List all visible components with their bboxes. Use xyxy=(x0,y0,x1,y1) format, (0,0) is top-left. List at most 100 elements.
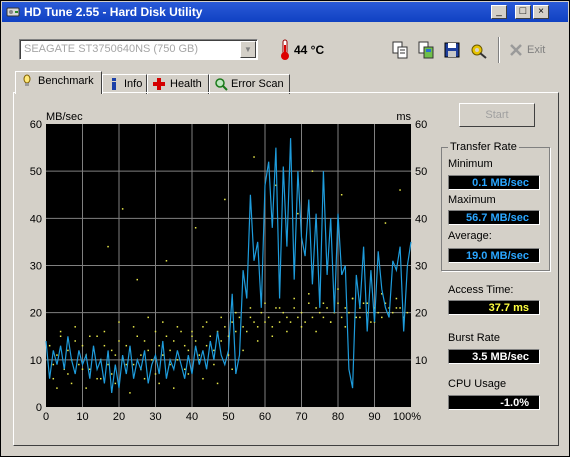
access-time-point xyxy=(187,373,190,375)
access-time-point xyxy=(165,335,168,337)
maximum-label: Maximum xyxy=(448,194,496,206)
access-time-point xyxy=(275,307,277,309)
average-label: Average: xyxy=(448,230,492,242)
access-time-point xyxy=(202,326,204,328)
access-time-point xyxy=(384,222,387,224)
y-tick-label: 20 xyxy=(30,308,42,320)
access-time-point xyxy=(110,373,113,375)
access-time-point xyxy=(238,316,241,319)
access-time-point xyxy=(249,316,252,319)
access-time-point xyxy=(89,335,91,337)
access-time-point xyxy=(125,344,128,347)
access-time-label: Access Time: xyxy=(448,284,514,296)
access-time-point xyxy=(74,340,76,342)
access-time-point xyxy=(300,326,303,328)
access-time-point xyxy=(399,189,401,191)
access-time-point xyxy=(158,344,160,347)
access-time-point xyxy=(85,387,87,389)
x-tick-label: 60 xyxy=(259,411,271,423)
access-time-point xyxy=(132,326,135,328)
minimum-label: Minimum xyxy=(448,158,493,170)
cpu-usage-label: CPU Usage xyxy=(448,378,507,390)
tab-label: Benchmark xyxy=(38,75,94,87)
x-tick-label: 10 xyxy=(76,411,88,423)
access-time-point xyxy=(355,316,357,319)
exit-button[interactable]: Exit xyxy=(527,44,545,56)
access-time-point xyxy=(311,170,314,172)
start-button[interactable]: Start xyxy=(459,103,535,127)
access-time-point xyxy=(205,321,208,323)
access-time-point xyxy=(136,335,138,337)
access-time-point xyxy=(322,302,325,304)
drive-select[interactable]: SEAGATE ST3750640NS (750 GB) ▼ xyxy=(19,39,258,60)
access-time-point xyxy=(147,316,149,319)
copy-text-icon[interactable] xyxy=(389,39,411,61)
benchmark-chart: 0 10 20 30 40 50 60 70 80 90 100% 0 10 20 30 40 50 60 10 20… xyxy=(23,108,433,429)
chevron-down-icon[interactable]: ▼ xyxy=(240,41,256,58)
copy-screenshot-icon[interactable] xyxy=(415,39,437,61)
transfer-rate-title: Transfer Rate xyxy=(448,141,519,153)
access-time-point xyxy=(366,302,368,304)
access-time-point xyxy=(143,377,146,380)
access-time-point xyxy=(191,335,193,337)
thermometer-icon xyxy=(281,39,289,60)
access-time-point xyxy=(191,330,193,333)
access-time-point xyxy=(154,330,157,333)
right-y-tick-label: 50 xyxy=(415,166,427,178)
access-time-point xyxy=(399,307,401,309)
access-time-point xyxy=(278,321,281,323)
access-time-point xyxy=(67,373,69,375)
access-time-point xyxy=(96,377,98,380)
access-time-point xyxy=(235,330,237,333)
info-icon xyxy=(112,78,116,90)
x-tick-label: 90 xyxy=(368,411,380,423)
access-time-point xyxy=(231,368,233,371)
access-time-point xyxy=(337,288,339,290)
access-time-point xyxy=(78,363,80,366)
access-time-point xyxy=(52,377,55,380)
access-time-point xyxy=(242,349,244,352)
title-bar[interactable]: HD Tune 2.55 - Hard Disk Utility _ □ × xyxy=(2,2,568,22)
access-time-point xyxy=(322,316,325,319)
access-time-point xyxy=(56,354,58,356)
access-time-point xyxy=(359,316,361,319)
access-time-point xyxy=(319,311,321,314)
access-time-point xyxy=(370,321,372,323)
access-time-point xyxy=(308,302,310,304)
access-time-point xyxy=(256,340,259,342)
right-y-tick-label: 40 xyxy=(415,213,427,225)
access-time-point xyxy=(183,344,186,347)
access-time-point xyxy=(81,368,84,371)
x-tick-label: 80 xyxy=(332,411,344,423)
tab-benchmark[interactable]: Benchmark xyxy=(15,71,102,94)
y-tick-label: 60 xyxy=(30,119,42,131)
exit-icon[interactable] xyxy=(509,43,523,57)
access-time-point xyxy=(129,392,131,394)
access-time-point xyxy=(107,245,109,248)
access-time-point xyxy=(209,335,211,337)
close-button[interactable]: × xyxy=(533,5,549,19)
tab-health[interactable]: Health xyxy=(147,74,209,94)
access-time-point xyxy=(162,321,164,323)
access-time-point xyxy=(100,377,102,380)
tab-info[interactable]: Info xyxy=(102,74,147,94)
access-time-point xyxy=(362,302,365,304)
restore-button[interactable]: □ xyxy=(515,5,531,19)
access-time-point xyxy=(56,387,58,389)
options-icon[interactable] xyxy=(467,39,489,61)
access-time-point xyxy=(406,311,409,314)
access-time-point xyxy=(304,321,306,323)
access-time-point xyxy=(311,316,314,319)
access-time-value: 37.7 ms xyxy=(448,300,540,315)
tab-label: Info xyxy=(124,78,143,90)
access-time-point xyxy=(198,354,201,356)
y-tick-label: 40 xyxy=(30,213,42,225)
access-time-point xyxy=(351,297,354,300)
tab-error-scan[interactable]: Error Scan xyxy=(209,74,290,94)
minimize-button[interactable]: _ xyxy=(491,5,507,19)
right-y-tick-label: 30 xyxy=(415,261,427,273)
access-time-point xyxy=(118,321,120,323)
save-icon[interactable] xyxy=(441,39,463,61)
access-time-point xyxy=(340,194,343,196)
access-time-point xyxy=(107,363,109,366)
